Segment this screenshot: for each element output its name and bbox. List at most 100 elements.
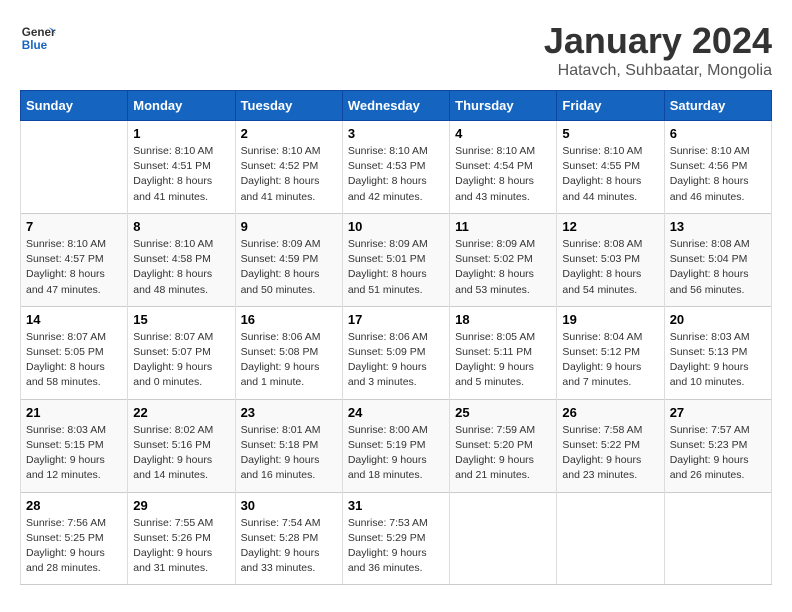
title-block: January 2024 Hatavch, Suhbaatar, Mongoli… <box>544 20 772 80</box>
calendar-cell <box>664 492 771 585</box>
weekday-header-sunday: Sunday <box>21 91 128 121</box>
calendar-cell: 25 Sunrise: 7:59 AMSunset: 5:20 PMDayligh… <box>450 399 557 492</box>
weekday-header-thursday: Thursday <box>450 91 557 121</box>
day-number: 10 <box>348 219 444 234</box>
week-row-3: 14Sunrise: 8:07 AMSunset: 5:05 PMDayligh… <box>21 306 772 399</box>
calendar-cell: 21 Sunrise: 8:03 AMSunset: 5:15 PMDayligh… <box>21 399 128 492</box>
calendar-cell: 23 Sunrise: 8:01 AMSunset: 5:18 PMDayligh… <box>235 399 342 492</box>
page-header: General Blue January 2024 Hatavch, Suhba… <box>20 20 772 80</box>
day-info: Sunrise: 8:10 AMSunset: 4:56 PMDaylight:… <box>670 144 766 205</box>
day-info: Sunrise: 8:02 AMSunset: 5:16 PMDaylight:… <box>133 423 229 484</box>
day-number: 3 <box>348 126 444 141</box>
day-number: 28 <box>26 498 122 513</box>
day-number: 29 <box>133 498 229 513</box>
day-number: 5 <box>562 126 658 141</box>
day-info: Sunrise: 8:03 AMSunset: 5:15 PMDaylight:… <box>26 423 122 484</box>
day-info: Sunrise: 8:09 AMSunset: 5:02 PMDaylight:… <box>455 237 551 298</box>
day-info: Sunrise: 7:59 AMSunset: 5:20 PMDaylight:… <box>455 423 551 484</box>
calendar-cell: 16Sunrise: 8:06 AMSunset: 5:08 PMDayligh… <box>235 306 342 399</box>
calendar-cell: 22 Sunrise: 8:02 AMSunset: 5:16 PMDayligh… <box>128 399 235 492</box>
day-number: 18 <box>455 312 551 327</box>
day-number: 7 <box>26 219 122 234</box>
calendar-cell: 4 Sunrise: 8:10 AMSunset: 4:54 PMDaylight… <box>450 121 557 214</box>
weekday-header-friday: Friday <box>557 91 664 121</box>
day-number: 30 <box>241 498 337 513</box>
calendar-cell: 3 Sunrise: 8:10 AMSunset: 4:53 PMDaylight… <box>342 121 449 214</box>
day-number: 27 <box>670 405 766 420</box>
day-info: Sunrise: 8:09 AMSunset: 4:59 PMDaylight:… <box>241 237 337 298</box>
header-row: SundayMondayTuesdayWednesdayThursdayFrid… <box>21 91 772 121</box>
day-number: 20 <box>670 312 766 327</box>
day-number: 26 <box>562 405 658 420</box>
calendar-cell: 31 Sunrise: 7:53 AMSunset: 5:29 PMDayligh… <box>342 492 449 585</box>
day-info: Sunrise: 7:54 AMSunset: 5:28 PMDaylight:… <box>241 516 337 577</box>
day-number: 6 <box>670 126 766 141</box>
day-info: Sunrise: 8:10 AMSunset: 4:58 PMDaylight:… <box>133 237 229 298</box>
logo-icon: General Blue <box>20 20 56 56</box>
day-number: 22 <box>133 405 229 420</box>
month-title: January 2024 <box>544 20 772 62</box>
day-info: Sunrise: 7:57 AMSunset: 5:23 PMDaylight:… <box>670 423 766 484</box>
day-info: Sunrise: 8:10 AMSunset: 4:52 PMDaylight:… <box>241 144 337 205</box>
day-info: Sunrise: 8:09 AMSunset: 5:01 PMDaylight:… <box>348 237 444 298</box>
calendar-cell: 7Sunrise: 8:10 AMSunset: 4:57 PMDaylight… <box>21 213 128 306</box>
calendar-cell <box>21 121 128 214</box>
calendar-cell: 17 Sunrise: 8:06 AMSunset: 5:09 PMDayligh… <box>342 306 449 399</box>
calendar-cell: 24Sunrise: 8:00 AMSunset: 5:19 PMDayligh… <box>342 399 449 492</box>
week-row-1: 1 Sunrise: 8:10 AMSunset: 4:51 PMDaylight… <box>21 121 772 214</box>
location: Hatavch, Suhbaatar, Mongolia <box>544 62 772 80</box>
calendar-cell: 28 Sunrise: 7:56 AMSunset: 5:25 PMDayligh… <box>21 492 128 585</box>
weekday-header-saturday: Saturday <box>664 91 771 121</box>
day-info: Sunrise: 8:10 AMSunset: 4:54 PMDaylight:… <box>455 144 551 205</box>
day-number: 12 <box>562 219 658 234</box>
day-number: 31 <box>348 498 444 513</box>
day-info: Sunrise: 8:03 AMSunset: 5:13 PMDaylight:… <box>670 330 766 391</box>
day-info: Sunrise: 8:06 AMSunset: 5:09 PMDaylight:… <box>348 330 444 391</box>
day-info: Sunrise: 7:55 AMSunset: 5:26 PMDaylight:… <box>133 516 229 577</box>
calendar-table: SundayMondayTuesdayWednesdayThursdayFrid… <box>20 90 772 585</box>
calendar-cell: 27 Sunrise: 7:57 AMSunset: 5:23 PMDayligh… <box>664 399 771 492</box>
day-number: 13 <box>670 219 766 234</box>
day-info: Sunrise: 8:08 AMSunset: 5:03 PMDaylight:… <box>562 237 658 298</box>
calendar-cell: 20 Sunrise: 8:03 AMSunset: 5:13 PMDayligh… <box>664 306 771 399</box>
calendar-cell: 29 Sunrise: 7:55 AMSunset: 5:26 PMDayligh… <box>128 492 235 585</box>
day-info: Sunrise: 8:10 AMSunset: 4:55 PMDaylight:… <box>562 144 658 205</box>
calendar-cell: 30 Sunrise: 7:54 AMSunset: 5:28 PMDayligh… <box>235 492 342 585</box>
calendar-cell: 9 Sunrise: 8:09 AMSunset: 4:59 PMDaylight… <box>235 213 342 306</box>
day-number: 23 <box>241 405 337 420</box>
day-number: 25 <box>455 405 551 420</box>
day-number: 15 <box>133 312 229 327</box>
logo: General Blue <box>20 20 56 56</box>
week-row-5: 28 Sunrise: 7:56 AMSunset: 5:25 PMDayligh… <box>21 492 772 585</box>
calendar-cell: 26 Sunrise: 7:58 AMSunset: 5:22 PMDayligh… <box>557 399 664 492</box>
calendar-cell: 11Sunrise: 8:09 AMSunset: 5:02 PMDayligh… <box>450 213 557 306</box>
weekday-header-wednesday: Wednesday <box>342 91 449 121</box>
day-info: Sunrise: 7:53 AMSunset: 5:29 PMDaylight:… <box>348 516 444 577</box>
day-number: 8 <box>133 219 229 234</box>
day-number: 21 <box>26 405 122 420</box>
day-info: Sunrise: 8:10 AMSunset: 4:53 PMDaylight:… <box>348 144 444 205</box>
calendar-cell: 14Sunrise: 8:07 AMSunset: 5:05 PMDayligh… <box>21 306 128 399</box>
day-number: 19 <box>562 312 658 327</box>
day-number: 1 <box>133 126 229 141</box>
day-number: 4 <box>455 126 551 141</box>
day-info: Sunrise: 8:07 AMSunset: 5:05 PMDaylight:… <box>26 330 122 391</box>
day-info: Sunrise: 8:05 AMSunset: 5:11 PMDaylight:… <box>455 330 551 391</box>
week-row-2: 7Sunrise: 8:10 AMSunset: 4:57 PMDaylight… <box>21 213 772 306</box>
day-info: Sunrise: 7:58 AMSunset: 5:22 PMDaylight:… <box>562 423 658 484</box>
calendar-cell: 13Sunrise: 8:08 AMSunset: 5:04 PMDayligh… <box>664 213 771 306</box>
day-info: Sunrise: 8:06 AMSunset: 5:08 PMDaylight:… <box>241 330 337 391</box>
calendar-cell: 19Sunrise: 8:04 AMSunset: 5:12 PMDayligh… <box>557 306 664 399</box>
calendar-cell: 6 Sunrise: 8:10 AMSunset: 4:56 PMDaylight… <box>664 121 771 214</box>
weekday-header-monday: Monday <box>128 91 235 121</box>
day-number: 2 <box>241 126 337 141</box>
calendar-cell: 2 Sunrise: 8:10 AMSunset: 4:52 PMDaylight… <box>235 121 342 214</box>
day-number: 9 <box>241 219 337 234</box>
day-info: Sunrise: 8:10 AMSunset: 4:51 PMDaylight:… <box>133 144 229 205</box>
day-info: Sunrise: 8:01 AMSunset: 5:18 PMDaylight:… <box>241 423 337 484</box>
calendar-cell: 8 Sunrise: 8:10 AMSunset: 4:58 PMDaylight… <box>128 213 235 306</box>
day-info: Sunrise: 7:56 AMSunset: 5:25 PMDaylight:… <box>26 516 122 577</box>
day-number: 17 <box>348 312 444 327</box>
calendar-cell: 15Sunrise: 8:07 AMSunset: 5:07 PMDayligh… <box>128 306 235 399</box>
day-info: Sunrise: 8:00 AMSunset: 5:19 PMDaylight:… <box>348 423 444 484</box>
